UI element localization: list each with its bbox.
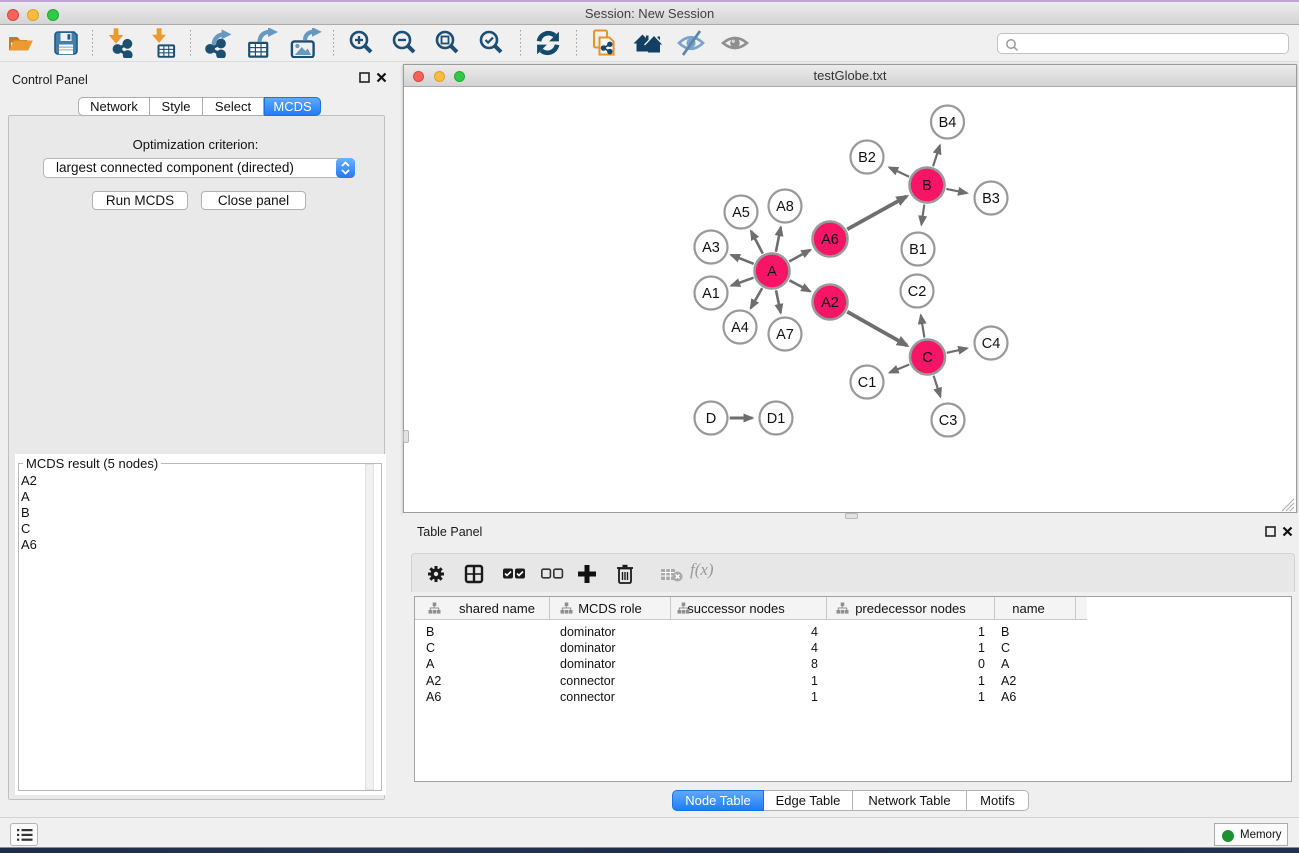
svg-text:A7: A7 — [776, 327, 794, 343]
svg-text:A2: A2 — [821, 295, 839, 311]
svg-text:D: D — [706, 411, 716, 427]
svg-text:D1: D1 — [767, 411, 786, 427]
svg-text:B3: B3 — [982, 191, 1000, 207]
svg-text:A: A — [767, 264, 777, 280]
svg-text:B4: B4 — [939, 115, 957, 131]
svg-text:C4: C4 — [982, 336, 1001, 352]
svg-text:C1: C1 — [858, 375, 877, 391]
svg-text:A8: A8 — [776, 199, 794, 215]
svg-text:B1: B1 — [909, 242, 927, 258]
svg-text:C2: C2 — [908, 284, 927, 300]
svg-text:B: B — [922, 178, 932, 194]
svg-text:A1: A1 — [702, 286, 720, 302]
svg-text:C3: C3 — [939, 413, 958, 429]
svg-text:C: C — [922, 350, 932, 366]
svg-text:A5: A5 — [732, 205, 750, 221]
svg-text:A6: A6 — [821, 232, 839, 248]
svg-text:A3: A3 — [702, 240, 720, 256]
svg-text:B2: B2 — [858, 150, 876, 166]
svg-text:A4: A4 — [731, 320, 749, 336]
